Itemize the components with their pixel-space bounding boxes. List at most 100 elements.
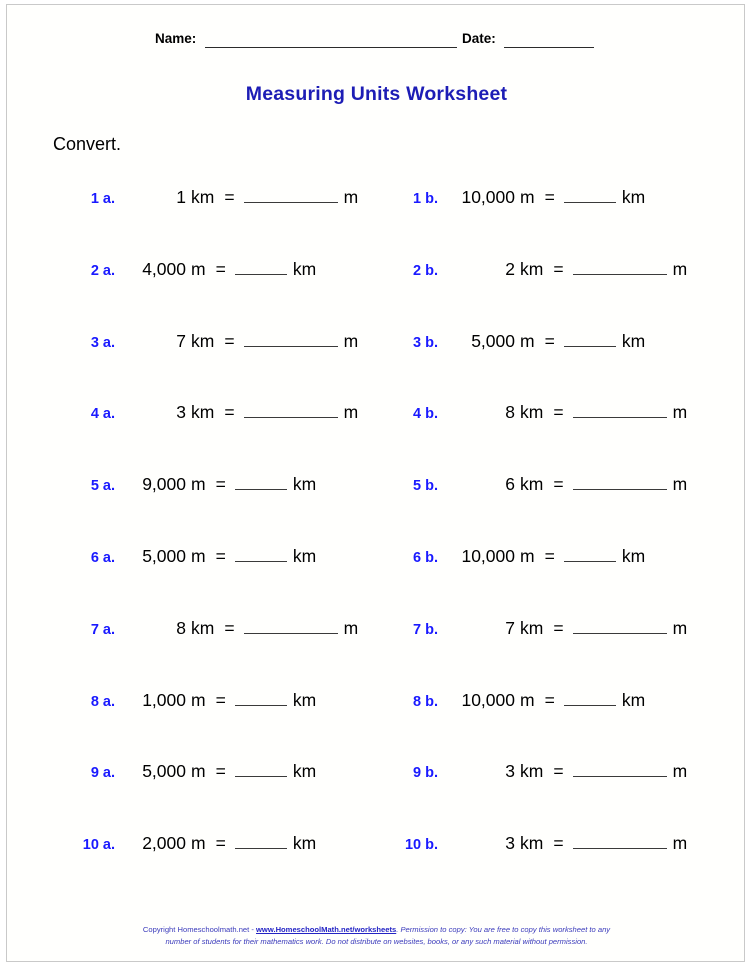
problem-6a: 6 a. 5,000 m = km [69,546,399,572]
problem-1b: 1 b. 10,000 m = km [392,187,732,213]
problem-5a: 5 a. 9,000 m = km [69,474,399,500]
answer-blank[interactable] [234,259,287,275]
answer-blank[interactable] [243,618,338,634]
equals-sign: = [553,617,564,638]
problem-unit: m [520,330,535,351]
problem-9b: 9 b. 3 km = m [392,761,732,787]
problem-unit: km [520,258,544,279]
problem-7a: 7 a. 8 km = m [69,618,399,644]
answer-blank[interactable] [563,546,616,562]
answer-blank[interactable] [563,187,616,203]
problem-unit: m [520,545,535,566]
problem-number: 7 b. [413,621,438,638]
problem-number: 3 a. [90,334,115,351]
problem-expression: 3 km = m [445,761,687,782]
name-date-header: Name: Date: [7,29,746,53]
problem-expression: 8 km = m [122,618,358,639]
homeschoolmath-url-link[interactable]: www.HomeschoolMath.net/worksheets [256,925,396,934]
answer-blank[interactable] [234,546,287,562]
worksheet-page: Name: Date: Measuring Units Worksheet Co… [6,4,745,962]
answer-unit: m [343,187,359,207]
problem-number: 5 b. [413,478,438,495]
answer-unit: m [343,330,359,351]
problem-6b: 6 b. 10,000 m = km [392,546,732,572]
problem-value: 8 [176,617,186,638]
equals-sign: = [215,545,226,566]
answer-blank[interactable] [243,402,338,419]
problem-2b: 2 b. 2 km = m [392,259,732,285]
answer-blank[interactable] [243,331,338,347]
problem-value: 4,000 [142,258,186,279]
problem-row: 1 a. 1 km = m 1 b. 10,000 m = km [7,187,746,259]
answer-unit: m [672,258,688,279]
problem-number: 2 b. [413,262,438,279]
problem-10b: 10 b. 3 km = m [392,833,732,859]
problem-number: 7 a. [90,621,115,638]
problem-unit: km [520,761,544,782]
problem-unit: km [191,187,215,207]
problem-expression: 2,000 m = km [122,833,316,854]
answer-unit: km [292,689,317,710]
problem-expression: 2 km = m [445,259,687,280]
answer-blank[interactable] [234,833,287,850]
answer-unit: km [621,187,646,207]
problem-8b: 8 b. 10,000 m = km [392,690,732,716]
answer-blank[interactable] [572,474,667,491]
equals-sign: = [215,833,226,854]
name-input-line[interactable] [205,47,457,48]
equals-sign: = [553,833,564,854]
date-input-line[interactable] [504,47,594,48]
problem-unit: km [520,833,544,854]
equals-sign: = [553,258,564,279]
problem-8a: 8 a. 1,000 m = km [69,690,399,716]
answer-unit: km [621,330,646,351]
problem-number: 5 a. [90,478,115,495]
problem-value: 7 [505,617,515,638]
equals-sign: = [215,474,226,495]
answer-blank[interactable] [572,833,667,850]
equals-sign: = [544,545,555,566]
problem-9a: 9 a. 5,000 m = km [69,761,399,787]
answer-blank[interactable] [234,690,287,706]
problem-value: 1,000 [142,689,186,710]
problem-number: 2 a. [90,262,115,279]
answer-blank[interactable] [243,187,338,203]
problem-row: 5 a. 9,000 m = km 5 b. 6 km = m [7,474,746,546]
problem-expression: 5,000 m = km [122,546,316,567]
problem-value: 2 [505,258,515,279]
answer-blank[interactable] [572,618,667,634]
equals-sign: = [553,402,564,423]
answer-unit: m [672,474,688,495]
answer-blank[interactable] [572,402,667,419]
answer-unit: m [343,402,359,423]
answer-blank[interactable] [234,474,287,491]
problem-expression: 8 km = m [445,402,687,423]
date-label: Date: [462,31,496,46]
problem-expression: 7 km = m [445,618,687,639]
problem-number: 8 b. [413,693,438,710]
problem-number: 8 a. [90,693,115,710]
problem-unit: m [191,474,206,495]
problem-number: 1 b. [413,191,438,207]
problem-value: 3 [505,833,515,854]
answer-unit: km [292,761,317,782]
problem-row: 4 a. 3 km = m 4 b. 8 km = m [7,402,746,474]
answer-unit: km [292,258,317,279]
answer-blank[interactable] [563,331,616,347]
problem-unit: km [520,617,544,638]
problem-value: 9,000 [142,474,186,495]
problem-expression: 5,000 m = km [122,761,316,782]
problem-number: 10 a. [82,837,115,854]
problem-value: 10,000 [461,187,515,207]
answer-blank[interactable] [563,690,616,706]
problem-4a: 4 a. 3 km = m [69,402,399,428]
problem-unit: km [191,330,215,351]
problem-value: 5,000 [142,545,186,566]
problem-10a: 10 a. 2,000 m = km [69,833,399,859]
answer-blank[interactable] [234,761,287,778]
equals-sign: = [215,761,226,782]
problem-number: 1 a. [90,191,115,207]
answer-blank[interactable] [572,259,667,275]
answer-blank[interactable] [572,761,667,778]
problem-value: 10,000 [461,689,515,710]
